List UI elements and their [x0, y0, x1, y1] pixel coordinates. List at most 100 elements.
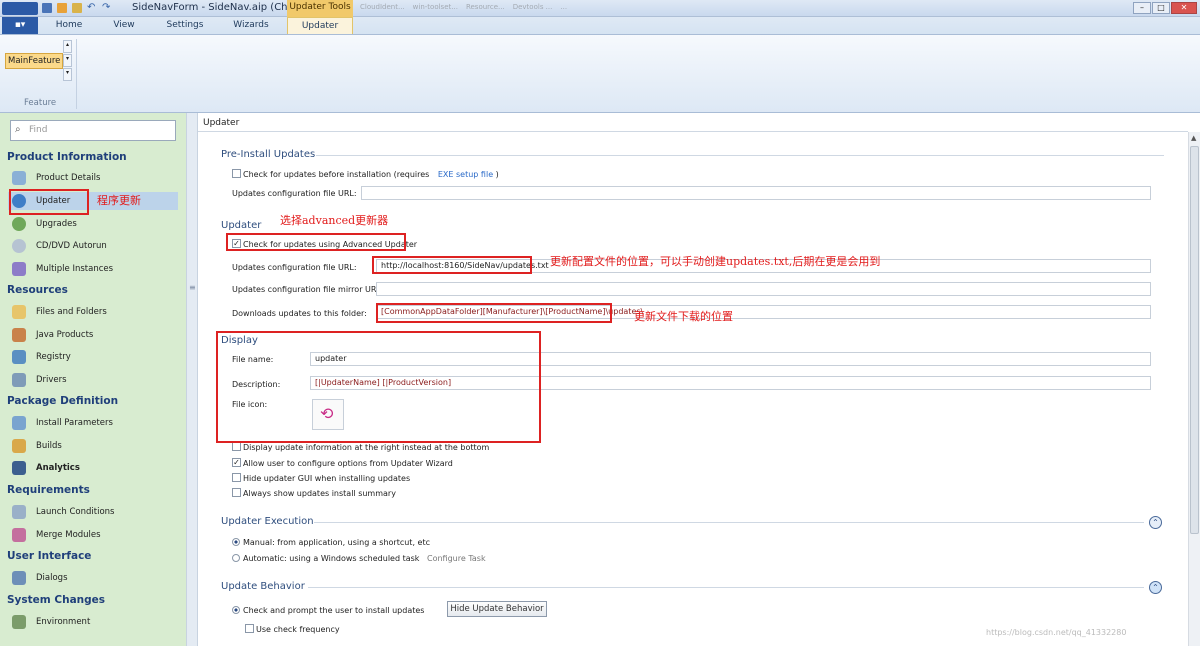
launch-icon	[12, 505, 26, 519]
check-frequency-label: Use check frequency	[256, 625, 340, 634]
save-icon[interactable]	[42, 3, 52, 13]
maximize-button[interactable]: □	[1152, 2, 1170, 14]
annotation-box-download-folder	[376, 303, 612, 323]
annotation-advanced-note: 选择advanced更新器	[280, 214, 389, 227]
run-icon[interactable]	[72, 3, 82, 13]
group-package-definition[interactable]: Package Definition	[7, 395, 118, 407]
annotation-config-note: 更新配置文件的位置，可以手动创建updates.txt,后期在更是会用到	[550, 255, 881, 268]
splitter-handle[interactable]: ≡	[189, 283, 196, 295]
show-summary-checkbox[interactable]	[232, 488, 241, 497]
annotation-download-note: 更新文件下载的位置	[634, 310, 733, 323]
group-user-interface[interactable]: User Interface	[7, 550, 91, 562]
java-icon	[12, 328, 26, 342]
sidebar-item-dialogs[interactable]: Dialogs	[8, 569, 178, 587]
scroll-up-arrow[interactable]: ▲	[1191, 134, 1196, 142]
sidebar-item-analytics[interactable]: Analytics	[8, 459, 178, 477]
minimize-button[interactable]: –	[1133, 2, 1151, 14]
feature-group-label: Feature	[24, 98, 57, 108]
sidebar-item-label: Analytics	[36, 463, 80, 473]
file-menu-tab[interactable]: ▪▾	[2, 17, 38, 34]
bg-tab: Resource...	[465, 3, 505, 11]
sidebar-item-launch-conditions[interactable]: Launch Conditions	[8, 503, 178, 521]
group-requirements[interactable]: Requirements	[7, 484, 90, 496]
sidebar-item-cd-dvd-autorun[interactable]: CD/DVD Autorun	[8, 237, 178, 255]
group-resources[interactable]: Resources	[7, 284, 68, 296]
undo-icon[interactable]: ↶	[87, 3, 97, 13]
ribbon-tab-row: ▪▾ Home View Settings Wizards Updater	[0, 17, 1200, 34]
vertical-scrollbar[interactable]: ▲	[1188, 132, 1200, 646]
configure-task-link[interactable]: Configure Task	[427, 554, 486, 563]
feature-scroll-down[interactable]: ▾	[63, 54, 72, 67]
redo-icon[interactable]: ↷	[102, 3, 112, 13]
search-placeholder: Find	[29, 125, 48, 135]
feature-scroll-up[interactable]: ▴	[63, 40, 72, 53]
context-tab-label: Updater Tools	[287, 0, 353, 17]
check-frequency-checkbox[interactable]	[245, 624, 254, 633]
prompt-radio[interactable]	[232, 606, 240, 614]
sidebar-item-label: Product Details	[36, 173, 101, 183]
build-icon[interactable]	[57, 3, 67, 13]
bg-tab: Devtools ...	[512, 3, 553, 11]
allow-configure-checkbox[interactable]: ✓	[232, 458, 241, 467]
section-update-behavior: Update Behavior	[221, 581, 305, 592]
sidebar-item-registry[interactable]: Registry	[8, 348, 178, 366]
option-label: Always show updates install summary	[243, 489, 396, 498]
bg-tab: CloudIdent...	[360, 3, 405, 11]
watermark: https://blog.csdn.net/qq_41332280	[986, 628, 1127, 637]
window-title: SideNavForm - SideNav.aip (Chine...	[132, 2, 313, 13]
pre-install-check-label: Check for updates before installation (r…	[243, 170, 499, 179]
feature-expand[interactable]: ▾	[63, 68, 72, 81]
manual-radio[interactable]	[232, 538, 240, 546]
sidebar-item-label: Dialogs	[36, 573, 68, 583]
hide-gui-checkbox[interactable]	[232, 473, 241, 482]
sidebar-item-multiple-instances[interactable]: Multiple Instances	[8, 260, 178, 278]
group-product-information[interactable]: Product Information	[7, 151, 127, 163]
close-button[interactable]: ✕	[1171, 2, 1197, 14]
sidebar-item-label: Java Products	[36, 330, 94, 340]
tab-wizards[interactable]: Wizards	[223, 17, 279, 34]
sidebar-item-upgrades[interactable]: Upgrades	[8, 215, 178, 233]
manual-radio-label: Manual: from application, using a shortc…	[243, 538, 430, 547]
automatic-radio[interactable]	[232, 554, 240, 562]
instances-icon	[12, 262, 26, 276]
analytics-icon	[12, 461, 26, 475]
scroll-thumb[interactable]	[1190, 146, 1199, 534]
feature-dropdown[interactable]: MainFeature	[5, 53, 63, 69]
sidebar-splitter[interactable]: ≡	[186, 113, 198, 646]
dialogs-icon	[12, 571, 26, 585]
display-right-checkbox[interactable]	[232, 442, 241, 451]
search-box[interactable]: ⌕ Find	[10, 120, 176, 141]
sidebar-item-builds[interactable]: Builds	[8, 437, 178, 455]
pre-install-check-checkbox[interactable]	[232, 169, 241, 178]
updater-config-url-label: Updates configuration file URL:	[232, 263, 357, 272]
sidebar-item-environment[interactable]: Environment	[8, 613, 178, 631]
page-title: Updater	[203, 118, 240, 128]
tab-home[interactable]: Home	[45, 17, 93, 34]
sidebar-item-java-products[interactable]: Java Products	[8, 326, 178, 344]
collapse-behavior-button[interactable]: ⌃	[1149, 581, 1162, 594]
automatic-radio-label: Automatic: using a Windows scheduled tas…	[243, 554, 420, 563]
group-system-changes[interactable]: System Changes	[7, 594, 105, 606]
annotation-box-display	[216, 331, 541, 443]
sidebar-item-install-parameters[interactable]: Install Parameters	[8, 414, 178, 432]
upgrades-icon	[12, 217, 26, 231]
search-icon: ⌕	[15, 124, 21, 135]
sidebar-item-files-and-folders[interactable]: Files and Folders	[8, 303, 178, 321]
sidebar-item-merge-modules[interactable]: Merge Modules	[8, 526, 178, 544]
product-details-icon	[12, 171, 26, 185]
tab-settings[interactable]: Settings	[157, 17, 213, 34]
tab-updater[interactable]: Updater	[287, 17, 353, 34]
hide-update-behavior-button[interactable]: Hide Update Behavior	[447, 601, 547, 617]
annotation-box-updater	[9, 189, 89, 215]
sidebar-item-product-details[interactable]: Product Details	[8, 169, 178, 187]
header-divider	[198, 131, 1188, 132]
mirror-url-field[interactable]	[376, 282, 1151, 296]
tab-view[interactable]: View	[100, 17, 148, 34]
exe-setup-link[interactable]: EXE setup file	[438, 170, 493, 179]
ribbon-panel: MainFeature ▴ ▾ ▾ Feature	[0, 34, 1200, 113]
sidebar-item-drivers[interactable]: Drivers	[8, 371, 178, 389]
collapse-execution-button[interactable]: ⌃	[1149, 516, 1162, 529]
pre-install-config-url-field[interactable]	[361, 186, 1151, 200]
section-divider	[316, 155, 1164, 156]
app-menu-button[interactable]	[2, 2, 38, 15]
